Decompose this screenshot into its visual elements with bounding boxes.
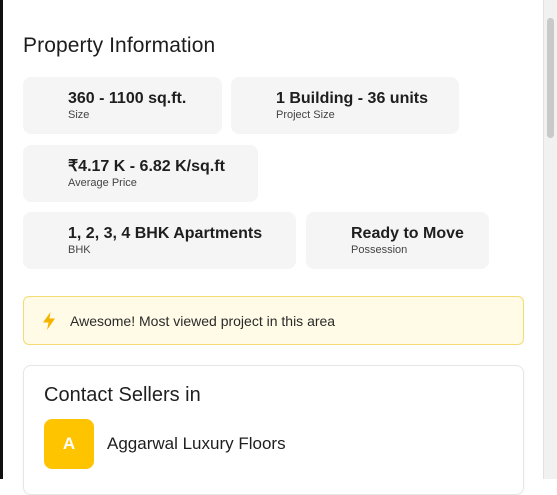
left-edge-border [0,0,3,479]
info-card-value: 1 Building - 36 units [276,90,429,107]
info-card-value: Ready to Move [351,225,464,242]
seller-name[interactable]: Aggarwal Luxury Floors [107,434,286,454]
avatar: A [44,419,94,469]
info-card-value: 1, 2, 3, 4 BHK Apartments [68,225,263,242]
info-card-value: ₹4.17 K - 6.82 K/sq.ft [68,158,225,175]
info-card-project-size: 1 Building - 36 units Project Size [231,77,459,134]
contact-sellers-card: Contact Sellers in A Aggarwal Luxury Flo… [23,365,524,495]
seller-item[interactable]: A Aggarwal Luxury Floors [44,419,286,469]
info-card-value: 360 - 1100 sq.ft. [68,90,187,107]
scrollbar[interactable] [543,0,557,479]
info-card-label: Size [68,109,90,121]
scrollbar-thumb[interactable] [547,18,554,138]
info-card-bhk: 1, 2, 3, 4 BHK Apartments BHK [23,212,296,269]
info-card-label: Possession [351,244,408,256]
info-card-label: Project Size [276,109,335,121]
contact-heading: Contact Sellers in [44,384,201,406]
info-card-average-price: ₹4.17 K - 6.82 K/sq.ft Average Price [23,145,258,202]
info-card-label: BHK [68,244,91,256]
section-title: Property Information [23,34,216,57]
most-viewed-banner: Awesome! Most viewed project in this are… [23,296,524,345]
info-card-size: 360 - 1100 sq.ft. Size [23,77,222,134]
lightning-icon [40,311,58,331]
info-card-possession: Ready to Move Possession [306,212,489,269]
banner-text: Awesome! Most viewed project in this are… [70,312,336,329]
info-card-label: Average Price [68,177,137,189]
